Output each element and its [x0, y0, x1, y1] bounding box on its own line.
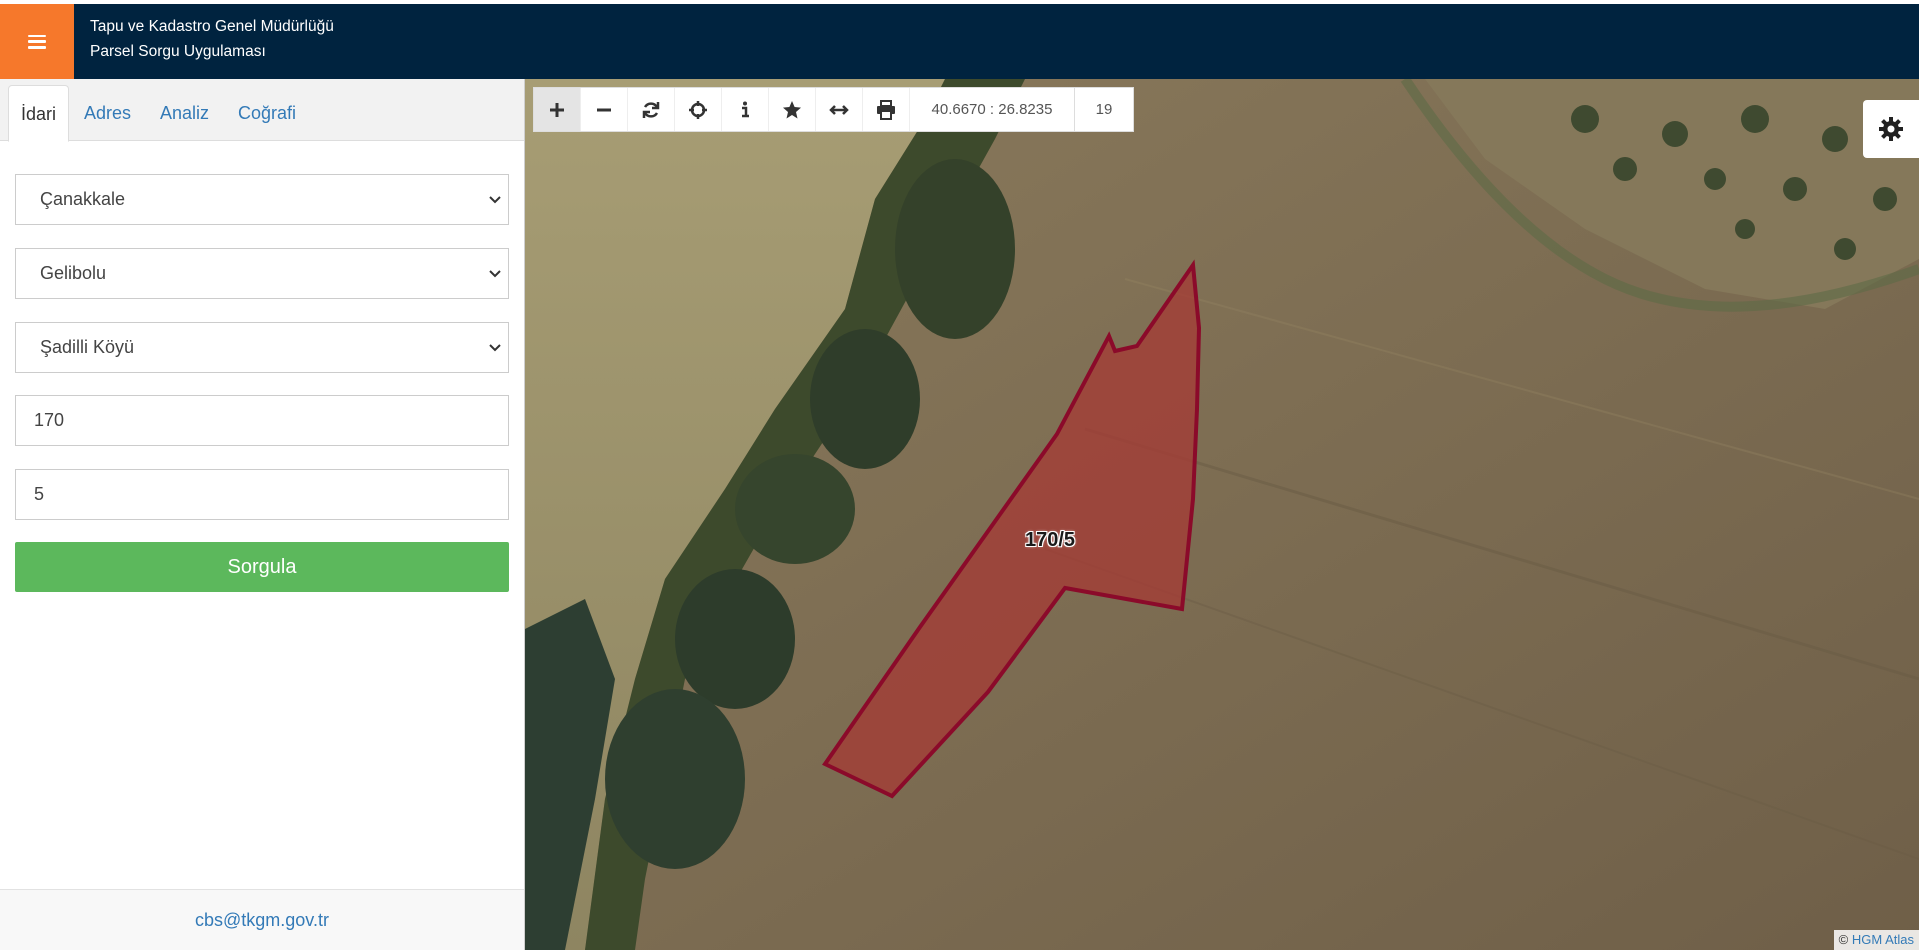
star-icon	[783, 100, 801, 118]
zoom-in-icon	[550, 102, 564, 117]
locate-icon	[689, 100, 707, 119]
hamburger-icon	[28, 34, 46, 49]
chevron-down-icon	[489, 344, 501, 352]
ilce-select[interactable]: Gelibolu	[15, 248, 509, 299]
app-subtitle: Parsel Sorgu Uygulaması	[90, 43, 266, 60]
print-button[interactable]	[863, 88, 910, 131]
mahalle-select[interactable]: Şadilli Köyü	[15, 322, 509, 373]
refresh-icon	[642, 101, 660, 118]
zoom-in-button[interactable]	[534, 88, 581, 131]
map-attribution: © HGM Atlas	[1833, 930, 1919, 950]
gear-icon	[1879, 117, 1903, 141]
header-bar	[0, 4, 1919, 79]
parsel-input-value: 5	[34, 484, 45, 504]
menu-button[interactable]	[0, 4, 74, 79]
mahalle-select-value: Şadilli Köyü	[40, 337, 135, 357]
coordinate-readout: 40.6670 : 26.8235	[910, 88, 1075, 131]
chevron-down-icon	[489, 196, 501, 204]
sidebar-footer: cbs@tkgm.gov.tr	[0, 889, 524, 950]
sidebar: İdari Adres Analiz Coğrafi Çanakkale Gel…	[0, 79, 525, 950]
tab-bar: İdari Adres Analiz Coğrafi	[0, 79, 524, 142]
measure-button[interactable]	[816, 88, 863, 131]
il-select-value: Çanakkale	[40, 189, 126, 209]
ada-input[interactable]: 170	[15, 395, 509, 446]
chevron-down-icon	[489, 270, 501, 278]
print-icon	[877, 99, 895, 120]
tab-idari[interactable]: İdari	[8, 85, 70, 142]
tab-analiz[interactable]: Analiz	[160, 85, 209, 142]
il-select[interactable]: Çanakkale	[15, 174, 509, 225]
info-icon	[742, 101, 749, 117]
locate-button[interactable]	[675, 88, 722, 131]
zoom-out-button[interactable]	[581, 88, 628, 131]
sorgula-button[interactable]: Sorgula	[15, 542, 509, 592]
ada-input-value: 170	[34, 410, 65, 430]
attribution-link[interactable]: HGM Atlas	[1852, 932, 1914, 947]
satellite-imagery	[525, 79, 1919, 950]
favorite-button[interactable]	[769, 88, 816, 131]
zoom-level: 19	[1095, 101, 1113, 118]
ilce-select-value: Gelibolu	[40, 263, 107, 283]
parsel-input[interactable]: 5	[15, 469, 509, 520]
copyright-symbol: ©	[1838, 932, 1849, 947]
map-view[interactable]: 40.6670 : 26.8235 19 170/5 © HGM Atlas	[525, 79, 1919, 950]
measure-icon	[829, 104, 849, 115]
zoom-out-icon	[597, 108, 611, 111]
settings-button[interactable]	[1863, 100, 1919, 158]
tab-cografi[interactable]: Coğrafi	[238, 85, 296, 142]
info-button[interactable]	[722, 88, 769, 131]
parcel-label: 170/5	[1025, 529, 1076, 551]
app-title: Tapu ve Kadastro Genel Müdürlüğü	[90, 18, 334, 35]
app-header: Tapu ve Kadastro Genel Müdürlüğü Parsel …	[0, 0, 1919, 79]
contact-email-link[interactable]: cbs@tkgm.gov.tr	[195, 910, 329, 931]
tab-adres[interactable]: Adres	[84, 85, 131, 142]
map-toolbar: 40.6670 : 26.8235 19	[533, 87, 1134, 132]
refresh-button[interactable]	[628, 88, 675, 131]
